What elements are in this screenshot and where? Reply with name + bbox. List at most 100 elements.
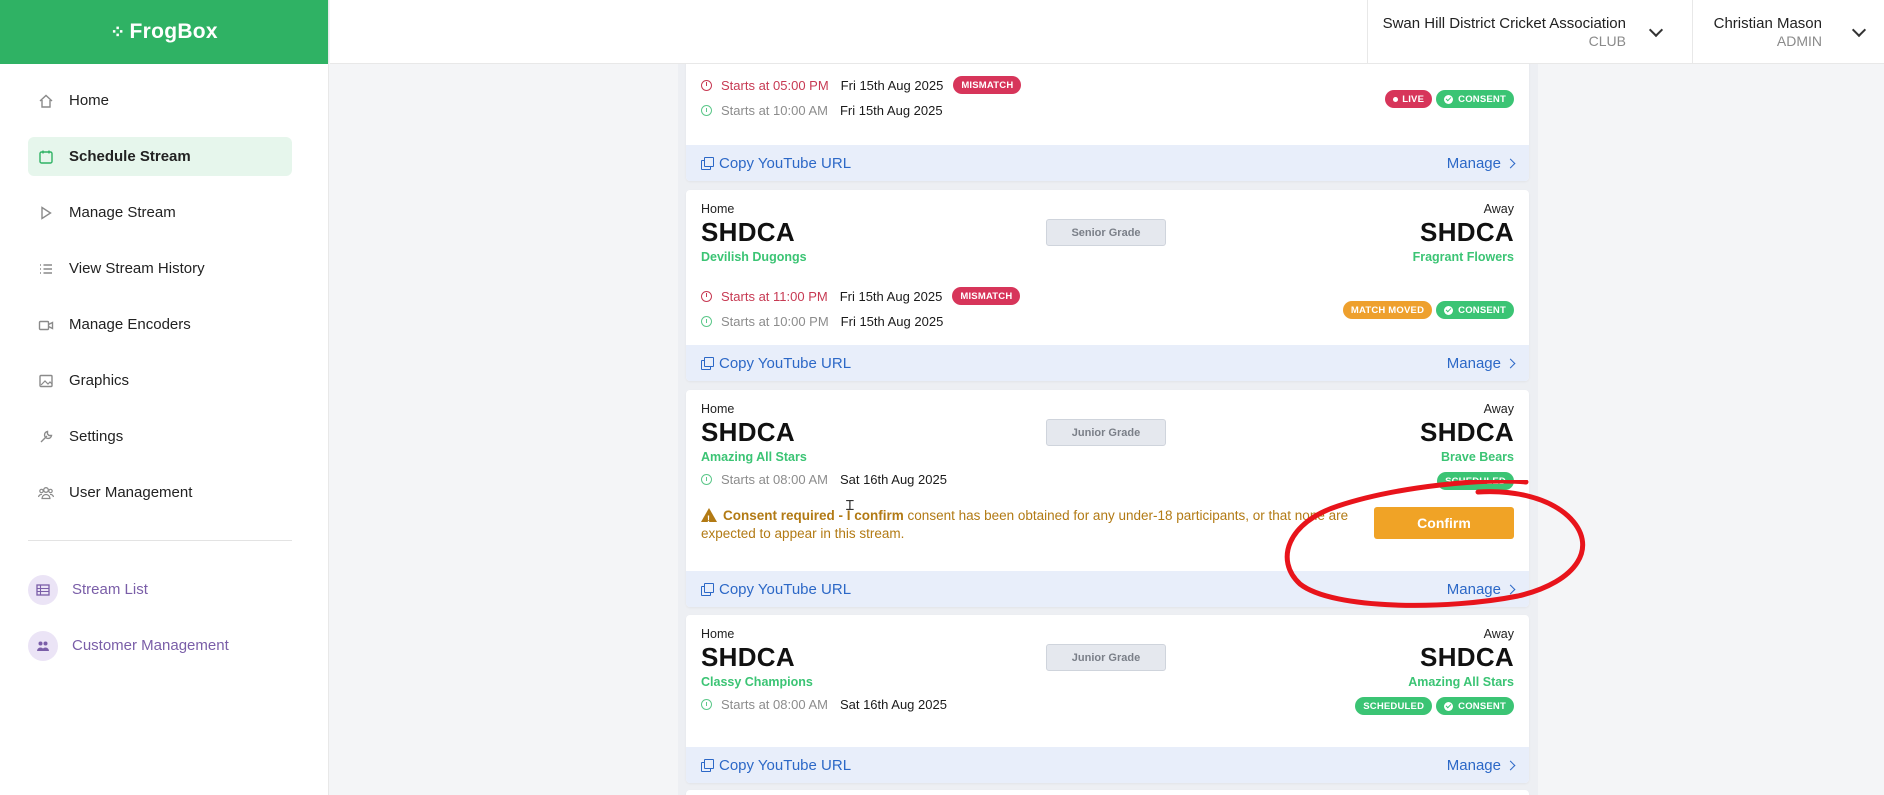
scheduled-badge: SCHEDULED — [1437, 472, 1514, 490]
sidebar-item-label: Settings — [69, 428, 124, 445]
copy-youtube-url-link[interactable]: Copy YouTube URL — [701, 155, 851, 172]
scheduled-time-row: Starts at 08:00 AM Sat 16th Aug 2025 — [701, 472, 947, 487]
manage-link[interactable]: Manage — [1447, 757, 1516, 774]
sidebar-item-label: Manage Encoders — [69, 316, 191, 333]
stream-card: Home SHDCA Devilish Dugongs Senior Grade… — [686, 190, 1529, 381]
sidebar-item-label: Graphics — [69, 372, 130, 389]
user-role: ADMIN — [1776, 33, 1822, 49]
check-icon — [1444, 305, 1454, 315]
start-time: Starts at 08:00 AM — [721, 697, 828, 712]
home-team-code: SHDCA — [701, 217, 795, 247]
consent-title: Consent required - I confirm — [723, 508, 904, 523]
status-badges: LIVE CONSENT — [1385, 90, 1514, 108]
frogbox-logo-icon: ⁘ — [110, 21, 126, 42]
sidebar-item-view-stream-history[interactable]: View Stream History — [28, 249, 292, 288]
card-footer: Copy YouTube URL Manage — [686, 145, 1529, 181]
chevron-right-icon — [1505, 760, 1516, 770]
away-team-code: SHDCA — [1420, 417, 1514, 447]
sidebar-item-stream-list[interactable]: Stream List — [28, 570, 292, 609]
sidebar-item-label: User Management — [69, 484, 193, 501]
copy-icon — [701, 156, 714, 170]
text-cursor-icon: Ɪ — [846, 497, 854, 513]
mismatch-badge: MISMATCH — [952, 287, 1021, 305]
home-team-name: Devilish Dugongs — [701, 250, 807, 264]
live-dot-icon — [1393, 96, 1399, 102]
check-icon — [1444, 94, 1454, 104]
start-time: Starts at 05:00 PM — [721, 77, 829, 93]
sidebar-item-manage-encoders[interactable]: Manage Encoders — [28, 305, 292, 344]
away-label: Away — [1483, 627, 1514, 641]
start-date: Sat 16th Aug 2025 — [839, 697, 947, 712]
start-date: Fri 15th Aug 2025 — [839, 103, 943, 118]
manage-link[interactable]: Manage — [1447, 581, 1516, 598]
clock-icon — [701, 699, 712, 710]
consent-badge: CONSENT — [1436, 90, 1514, 108]
image-icon — [36, 371, 56, 391]
sidebar-item-manage-stream[interactable]: Manage Stream — [28, 193, 292, 232]
chevron-right-icon — [1505, 358, 1516, 368]
manage-link[interactable]: Manage — [1447, 355, 1516, 372]
copy-icon — [701, 758, 714, 772]
consent-badge: CONSENT — [1436, 301, 1514, 319]
start-date: Sat 16th Aug 2025 — [839, 472, 947, 487]
sidebar-item-customer-management[interactable]: Customer Management — [28, 626, 292, 665]
fixture-time-row: Starts at 10:00 PM Fri 15th Aug 2025 — [701, 314, 943, 329]
match-moved-badge: MATCH MOVED — [1342, 301, 1433, 319]
consent-badge: CONSENT — [1436, 697, 1514, 715]
sidebar-item-label: Schedule Stream — [69, 148, 191, 165]
copy-youtube-url-link[interactable]: Copy YouTube URL — [701, 581, 851, 598]
organisation-switcher[interactable]: Swan Hill District Cricket Association C… — [1367, 0, 1692, 64]
user-name: Christian Mason — [1713, 15, 1822, 32]
sidebar-item-label: Home — [69, 92, 110, 109]
sidebar-item-settings[interactable]: Settings — [28, 417, 292, 456]
sidebar-item-schedule-stream[interactable]: Schedule Stream — [28, 137, 292, 176]
start-time: Starts at 08:00 AM — [721, 472, 828, 487]
chevron-down-icon — [1851, 22, 1867, 38]
away-team-name: Brave Bears — [1441, 450, 1514, 464]
away-team-code: SHDCA — [1420, 642, 1514, 672]
fixture-time-row: Starts at 10:00 AM Fri 15th Aug 2025 — [701, 103, 943, 118]
stream-card: Home SHDCA Amazing All Stars Junior Grad… — [686, 390, 1529, 607]
user-menu[interactable]: Christian Mason ADMIN — [1692, 0, 1884, 64]
scheduled-time-row: Starts at 05:00 PM Fri 15th Aug 2025 MIS… — [701, 76, 1022, 94]
grade-badge: Junior Grade — [1046, 644, 1166, 671]
warning-icon — [701, 508, 717, 528]
home-label: Home — [701, 202, 735, 216]
card-footer: Copy YouTube URL Manage — [686, 345, 1529, 381]
home-label: Home — [701, 402, 735, 416]
grade-badge: Junior Grade — [1046, 419, 1166, 446]
camera-icon — [36, 315, 56, 335]
confirm-consent-button[interactable]: Confirm — [1374, 507, 1514, 539]
chevron-right-icon — [1505, 158, 1516, 168]
live-badge: LIVE — [1385, 90, 1433, 108]
list-icon — [36, 259, 56, 279]
clock-icon — [701, 290, 712, 302]
sidebar-item-graphics[interactable]: Graphics — [28, 361, 292, 400]
consent-warning: Consent required - I confirm consent has… — [701, 507, 1356, 543]
check-icon — [1444, 701, 1454, 711]
manage-link[interactable]: Manage — [1447, 155, 1516, 172]
home-icon — [36, 91, 56, 111]
away-label: Away — [1483, 202, 1514, 216]
sidebar-item-home[interactable]: Home — [28, 81, 292, 120]
customers-icon — [28, 630, 58, 661]
away-team-name: Amazing All Stars — [1408, 675, 1514, 689]
sidebar-item-label: Stream List — [72, 581, 148, 598]
home-label: Home — [701, 627, 735, 641]
clock-icon — [701, 316, 712, 327]
card-footer: Copy YouTube URL Manage — [686, 747, 1529, 783]
sidebar-divider — [28, 540, 292, 541]
sidebar-item-label: View Stream History — [69, 260, 205, 277]
organisation-role: CLUB — [1588, 33, 1626, 49]
stream-list: Starts at 05:00 PM Fri 15th Aug 2025 MIS… — [678, 64, 1538, 795]
copy-youtube-url-link[interactable]: Copy YouTube URL — [701, 757, 851, 774]
start-date: Fri 15th Aug 2025 — [840, 314, 944, 329]
sidebar-item-user-management[interactable]: User Management — [28, 473, 292, 512]
copy-youtube-url-link[interactable]: Copy YouTube URL — [701, 355, 851, 372]
scheduled-time-row: Starts at 08:00 AM Sat 16th Aug 2025 — [701, 697, 947, 712]
home-team-code: SHDCA — [701, 642, 795, 672]
logo-text: FrogBox — [129, 20, 218, 43]
chevron-down-icon — [1648, 22, 1664, 38]
logo[interactable]: ⁘ FrogBox — [0, 0, 328, 64]
chevron-right-icon — [1505, 584, 1516, 594]
